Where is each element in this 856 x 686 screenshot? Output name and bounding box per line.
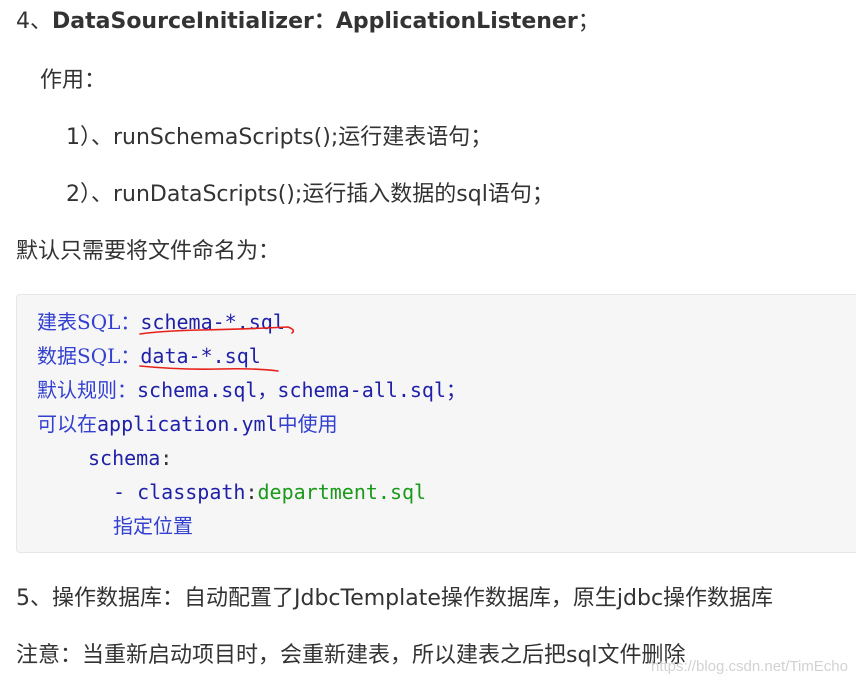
list-item-1: 1）、runSchemaScripts();运行建表语句； bbox=[66, 125, 493, 150]
purpose-label: 作用： bbox=[40, 68, 107, 93]
code-line-3-label: 默认规则： bbox=[37, 378, 137, 402]
code-line-5-colon: : bbox=[160, 446, 173, 470]
heading-bold-text: DataSourceInitializer：ApplicationListene… bbox=[52, 9, 578, 34]
code-line-5-key: schema bbox=[88, 446, 161, 470]
watermark: https://blog.csdn.net/TimEcho bbox=[650, 658, 848, 675]
section-5-text: 5、操作数据库：自动配置了JdbcTemplate操作数据库，原生jdbc操作数… bbox=[16, 586, 774, 611]
note-text: 注意：当重新启动项目时，会重新建表，所以建表之后把sql文件删除 bbox=[16, 643, 686, 668]
code-line-4: 可以在application.yml中使用 bbox=[37, 410, 338, 438]
code-line-2: 数据SQL：data-*.sql bbox=[37, 342, 261, 370]
code-line-6-key: - classpath bbox=[113, 480, 246, 504]
code-line-7: 指定位置 bbox=[113, 514, 193, 538]
heading-suffix: ； bbox=[577, 9, 600, 34]
code-line-1-value: schema-*.sql bbox=[140, 310, 285, 334]
code-line-6-colon: : bbox=[245, 480, 258, 504]
default-naming-text: 默认只需要将文件命名为： bbox=[16, 239, 281, 264]
code-line-5: schema: bbox=[88, 444, 172, 472]
code-line-1-label: 建表SQL： bbox=[37, 310, 141, 334]
code-line-2-label: 数据SQL： bbox=[37, 344, 141, 368]
code-line-4-file: application.yml bbox=[97, 412, 278, 436]
code-line-3: 默认规则：schema.sql，schema-all.sql； bbox=[37, 376, 466, 404]
code-line-1: 建表SQL：schema-*.sql bbox=[37, 308, 285, 336]
section-4-heading: 4、DataSourceInitializer：ApplicationListe… bbox=[16, 7, 600, 37]
heading-number: 4、 bbox=[16, 9, 52, 34]
list-item-2: 2）、runDataScripts();运行插入数据的sql语句； bbox=[66, 182, 554, 207]
code-line-6-value: department.sql bbox=[257, 480, 427, 504]
code-line-3-value: schema.sql，schema-all.sql； bbox=[137, 378, 466, 402]
code-line-6: - classpath:department.sql bbox=[113, 478, 426, 506]
code-line-2-value: data-*.sql bbox=[140, 344, 261, 368]
code-line-4-post: 中使用 bbox=[277, 412, 338, 436]
code-line-4-pre: 可以在 bbox=[37, 412, 97, 436]
